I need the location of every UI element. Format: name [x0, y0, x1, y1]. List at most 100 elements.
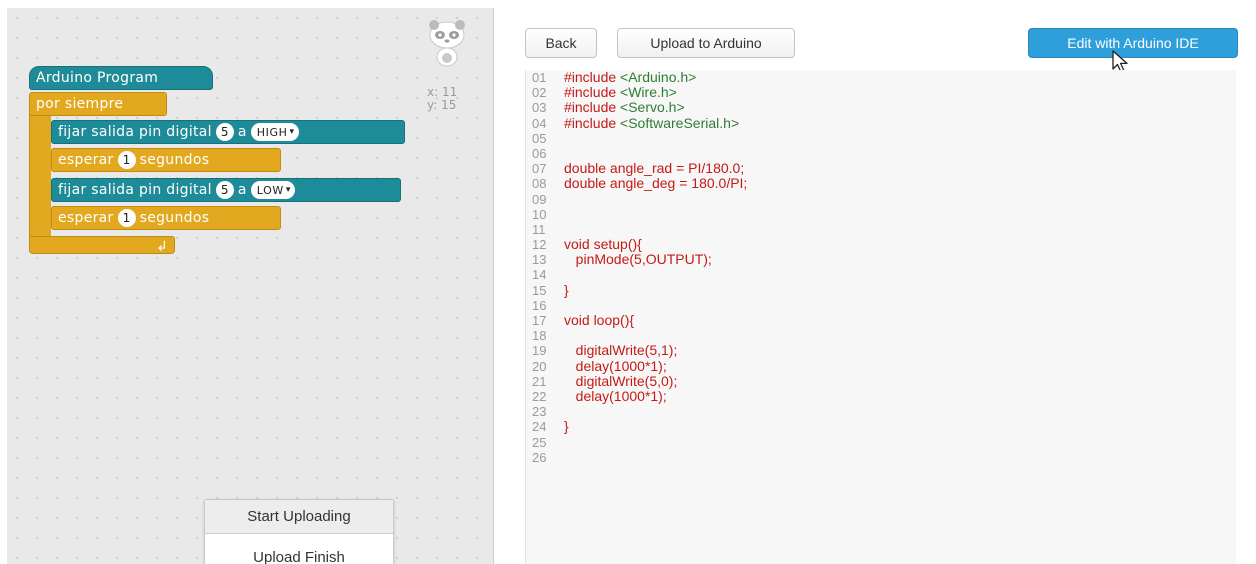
- upload-status-panel: Start Uploading Upload Finish: [204, 499, 394, 564]
- back-button[interactable]: Back: [525, 28, 597, 58]
- pin-number-field[interactable]: 5: [215, 123, 234, 141]
- include-directive: #include: [564, 114, 617, 131]
- upload-status-item: Upload Finish: [253, 548, 345, 564]
- line-number: 13: [532, 252, 547, 268]
- code-text: delay(1000*1);: [564, 357, 667, 374]
- pin-number-field[interactable]: 5: [215, 181, 234, 199]
- code-text: delay(1000*1);: [564, 387, 667, 404]
- code-text: void loop(){: [564, 312, 635, 328]
- code-line: 03 #include <Servo.h>: [526, 99, 1236, 116]
- code-line: 21 digitalWrite(5,0);: [526, 372, 1236, 389]
- code-line: 08 double angle_deg = 180.0/PI;: [526, 175, 1236, 192]
- upload-status-header: Start Uploading: [205, 500, 393, 534]
- include-arg: <SoftwareSerial.h>: [620, 114, 740, 131]
- line-number: 17: [532, 313, 547, 328]
- line-number: 16: [532, 297, 547, 313]
- include-directive: #include: [564, 70, 617, 85]
- line-number: 23: [532, 404, 547, 420]
- code-text: digitalWrite(5,1);: [564, 342, 678, 359]
- line-number: 24: [532, 419, 547, 435]
- line-number: 11: [532, 221, 546, 237]
- line-number: 18: [532, 328, 547, 344]
- cursor-coordinates: x: 11 y: 15: [427, 86, 457, 112]
- code-line: 19 digitalWrite(5,1);: [526, 342, 1236, 359]
- code-editor[interactable]: 01 #include <Arduino.h> 02 #include <Wire.…: [525, 70, 1236, 564]
- line-number: 22: [532, 388, 547, 404]
- code-line: 14: [526, 267, 1236, 282]
- line-number: 21: [532, 373, 547, 389]
- line-number: 07: [532, 161, 547, 177]
- code-line: 26: [526, 450, 1236, 465]
- code-line: 04 #include <SoftwareSerial.h>: [526, 114, 1236, 131]
- line-number: 15: [532, 282, 547, 298]
- wait-amount-field[interactable]: 1: [117, 151, 136, 169]
- code-line: 23: [526, 404, 1236, 419]
- line-number: 01: [532, 70, 547, 85]
- wait-unit-label: segundos: [139, 210, 210, 226]
- code-line: 15}: [526, 282, 1236, 298]
- include-directive: #include: [564, 99, 617, 116]
- code-line: 01 #include <Arduino.h>: [526, 70, 1236, 85]
- conjunction-label: a: [237, 124, 247, 140]
- code-line: 16: [526, 298, 1236, 313]
- wait-block[interactable]: esperar 1 segundos: [51, 206, 281, 230]
- digital-write-label: fijar salida pin digital: [58, 182, 212, 198]
- include-arg: <Arduino.h>: [620, 70, 697, 85]
- code-text: double angle_deg = 180.0/PI;: [564, 175, 748, 192]
- line-number: 14: [532, 267, 547, 283]
- include-arg: <Wire.h>: [620, 84, 677, 101]
- line-number: 04: [532, 115, 547, 131]
- code-line: 11: [526, 222, 1236, 237]
- blocks-workspace[interactable]: Arduino Program por siempre fijar salida…: [7, 8, 494, 564]
- wait-label: esperar: [58, 152, 114, 168]
- code-line: 02 #include <Wire.h>: [526, 84, 1236, 101]
- code-line: 07 double angle_rad = PI/180.0;: [526, 160, 1236, 177]
- code-line: 13 pinMode(5,OUTPUT);: [526, 251, 1236, 268]
- line-number: 12: [532, 237, 547, 253]
- chevron-down-icon: ▾: [289, 127, 295, 137]
- line-number: 02: [532, 85, 547, 101]
- program-block-label: Arduino Program: [36, 70, 159, 86]
- digital-write-label: fijar salida pin digital: [58, 124, 212, 140]
- code-line: 24}: [526, 418, 1236, 435]
- wait-amount-field[interactable]: 1: [117, 209, 136, 227]
- code-line: 05: [526, 131, 1236, 146]
- value-dropdown[interactable]: HIGH ▾: [250, 123, 299, 141]
- code-text: }: [564, 418, 569, 435]
- wait-block[interactable]: esperar 1 segundos: [51, 148, 281, 172]
- line-number: 10: [532, 206, 547, 222]
- code-line: 09: [526, 192, 1236, 207]
- code-line: 22 delay(1000*1);: [526, 387, 1236, 404]
- code-line: 12 void setup(){: [526, 236, 1236, 253]
- digital-write-block[interactable]: fijar salida pin digital 5 a HIGH ▾: [51, 120, 405, 144]
- code-text: void setup(){: [564, 236, 642, 253]
- line-number: 25: [532, 434, 547, 450]
- code-text: double angle_rad = PI/180.0;: [564, 160, 745, 177]
- line-number: 19: [532, 343, 547, 359]
- forever-block-footer: ↲: [29, 236, 175, 254]
- loop-return-icon: ↲: [156, 238, 168, 254]
- coord-y: y: 15: [427, 98, 457, 112]
- line-number: 09: [532, 191, 547, 207]
- code-text: digitalWrite(5,0);: [564, 372, 678, 389]
- arduino-program-block[interactable]: Arduino Program: [29, 66, 213, 90]
- value-dropdown-label: HIGH: [256, 125, 288, 139]
- digital-write-block[interactable]: fijar salida pin digital 5 a LOW ▾: [51, 178, 401, 202]
- panda-icon[interactable]: [427, 18, 467, 82]
- forever-block-body: [29, 96, 51, 246]
- code-panel: Back Upload to Arduino Edit with Arduino…: [495, 8, 1256, 564]
- code-text: pinMode(5,OUTPUT);: [564, 251, 712, 268]
- value-dropdown[interactable]: LOW ▾: [250, 181, 295, 199]
- code-line: 25: [526, 435, 1236, 450]
- forever-block[interactable]: por siempre: [29, 92, 167, 116]
- wait-label: esperar: [58, 210, 114, 226]
- value-dropdown-label: LOW: [256, 183, 284, 197]
- line-number: 05: [532, 130, 547, 146]
- code-line: 10: [526, 207, 1236, 222]
- include-arg: <Servo.h>: [620, 99, 685, 116]
- code-line: 20 delay(1000*1);: [526, 357, 1236, 374]
- chevron-down-icon: ▾: [285, 185, 291, 195]
- conjunction-label: a: [237, 182, 247, 198]
- line-number: 06: [532, 145, 547, 161]
- upload-to-arduino-button[interactable]: Upload to Arduino: [617, 28, 795, 58]
